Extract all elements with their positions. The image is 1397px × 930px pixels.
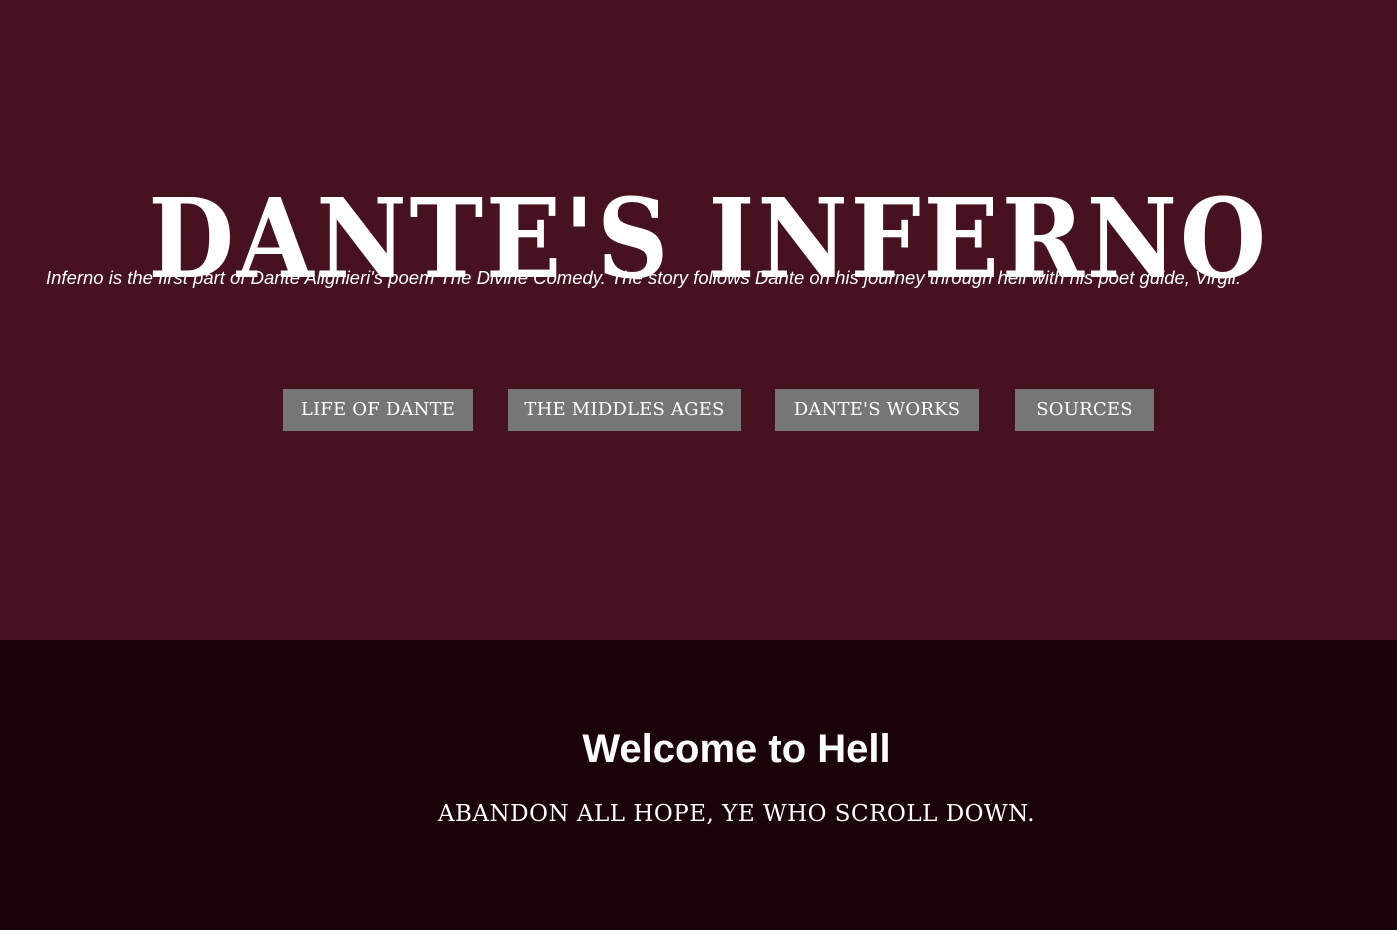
nav-link-life-of-dante[interactable]: Life of Dante xyxy=(283,389,473,431)
page-subtitle: Inferno is the first part of Dante Aligh… xyxy=(46,266,1241,288)
welcome-tagline: Abandon all hope, ye who scroll down. xyxy=(437,801,1036,827)
nav-link-sources[interactable]: Sources xyxy=(1015,389,1154,431)
nav-link-dantes-works[interactable]: Dante's Works xyxy=(775,389,979,431)
hero-section: Dante's Inferno Inferno is the first par… xyxy=(0,0,1397,640)
nav-link-middle-ages[interactable]: The Middles Ages xyxy=(508,389,741,431)
welcome-heading: Welcome to Hell xyxy=(582,727,891,772)
